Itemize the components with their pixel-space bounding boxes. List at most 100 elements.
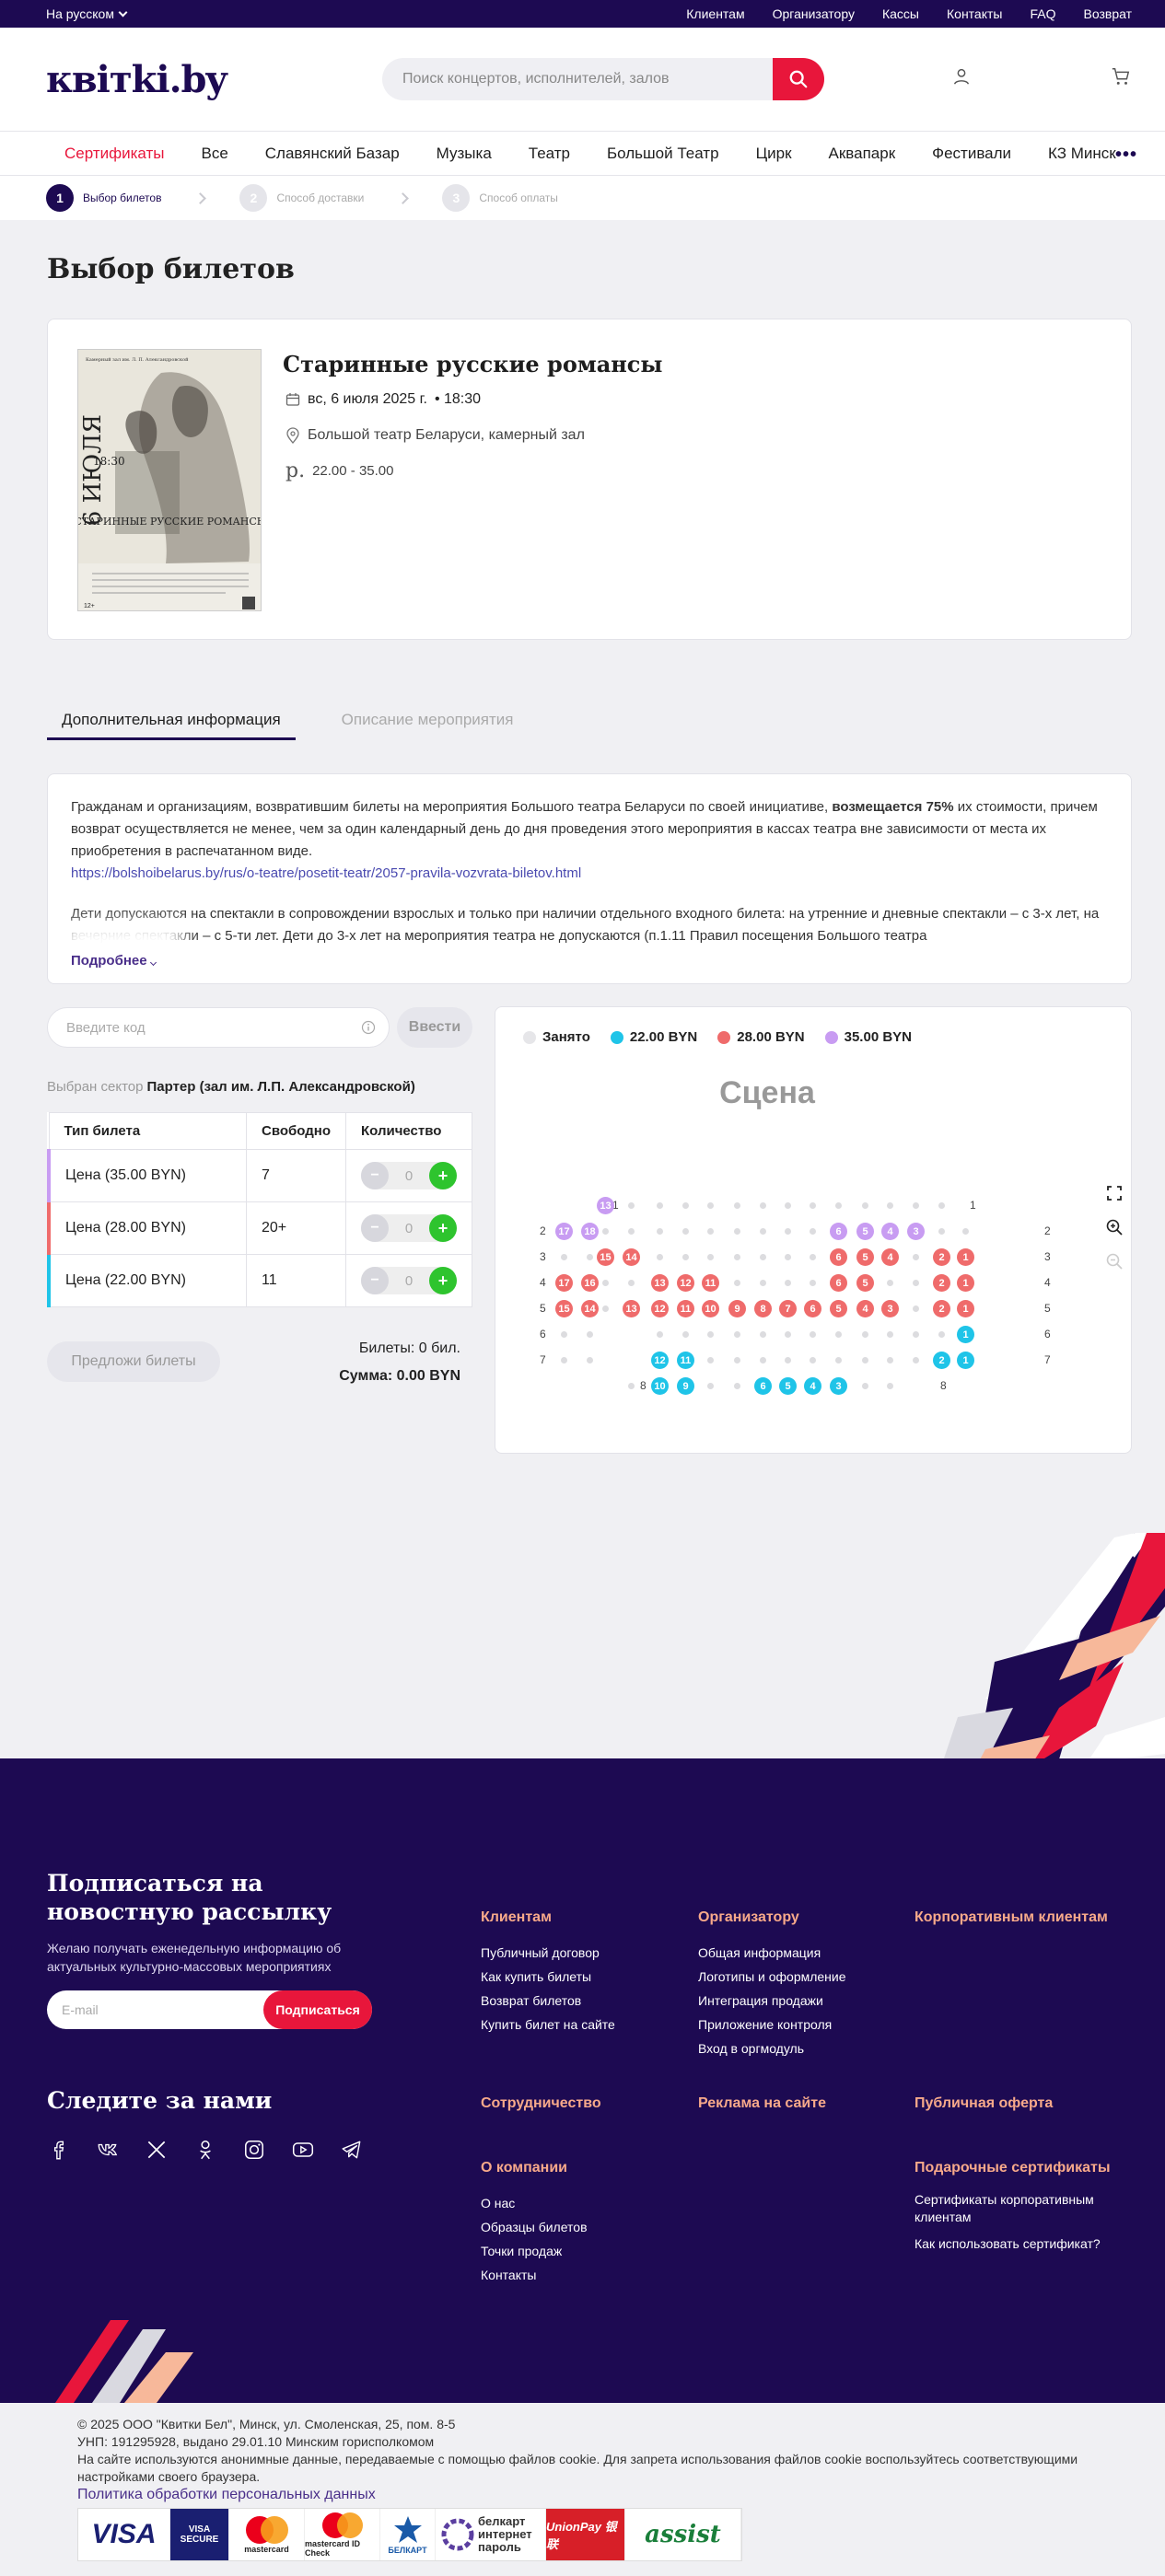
seat[interactable]: 9 bbox=[677, 1377, 694, 1395]
footer-col-title[interactable]: О компании bbox=[481, 2156, 588, 2180]
search-input[interactable]: Поиск концертов, исполнителей, залов bbox=[382, 58, 773, 100]
seat[interactable]: 7 bbox=[779, 1300, 797, 1317]
seat[interactable]: 1 bbox=[957, 1352, 974, 1369]
zoom-in-icon[interactable] bbox=[1101, 1214, 1127, 1240]
read-more-link[interactable]: Подробнее bbox=[71, 950, 174, 972]
footer-link[interactable]: Публичный договор bbox=[481, 1941, 615, 1965]
seat[interactable]: 18 bbox=[581, 1223, 599, 1240]
footer-link[interactable]: Контакты bbox=[481, 2263, 588, 2287]
promo-apply-button[interactable]: Ввести bbox=[397, 1007, 472, 1048]
nav-item-certificates[interactable]: Сертификаты bbox=[64, 145, 164, 163]
footer-col-title[interactable]: Сотрудничество bbox=[481, 2092, 601, 2116]
footer-link[interactable]: Интеграция продажи bbox=[698, 1989, 846, 2013]
seat[interactable]: 4 bbox=[856, 1300, 874, 1317]
decrease-button[interactable]: − bbox=[361, 1267, 389, 1294]
subscribe-button[interactable]: Подписаться bbox=[263, 1990, 372, 2029]
seat[interactable]: 6 bbox=[830, 1248, 847, 1266]
seat[interactable]: 5 bbox=[856, 1223, 874, 1240]
topbar-link-organizer[interactable]: Организатору bbox=[773, 6, 855, 21]
info-icon[interactable] bbox=[361, 1020, 376, 1035]
x-icon[interactable] bbox=[145, 2138, 169, 2162]
tab-additional-info[interactable]: Дополнительная информация bbox=[47, 703, 296, 740]
increase-button[interactable]: + bbox=[429, 1267, 457, 1294]
footer-link[interactable]: Общая информация bbox=[698, 1941, 846, 1965]
topbar-link-refund[interactable]: Возврат bbox=[1084, 6, 1133, 21]
nav-item-slavic-bazaar[interactable]: Славянский Базар bbox=[265, 145, 400, 163]
seat[interactable]: 14 bbox=[581, 1300, 599, 1317]
nav-item-aquapark[interactable]: Аквапарк bbox=[829, 145, 896, 163]
seat[interactable]: 17 bbox=[555, 1274, 573, 1292]
footer-link[interactable]: Сертификаты корпоративным клиентам bbox=[915, 2191, 1126, 2226]
seat[interactable]: 12 bbox=[677, 1274, 694, 1292]
seat[interactable]: 3 bbox=[830, 1377, 847, 1395]
seat[interactable]: 10 bbox=[651, 1377, 669, 1395]
instagram-icon[interactable] bbox=[242, 2138, 266, 2162]
topbar-link-cashdesks[interactable]: Кассы bbox=[882, 6, 919, 21]
seat[interactable]: 13 bbox=[623, 1300, 640, 1317]
seat[interactable]: 15 bbox=[597, 1248, 614, 1266]
nav-item-theatre[interactable]: Театр bbox=[529, 145, 570, 163]
seat[interactable]: 4 bbox=[804, 1377, 821, 1395]
footer-col-title[interactable]: Клиентам bbox=[481, 1906, 615, 1930]
topbar-link-faq[interactable]: FAQ bbox=[1030, 6, 1055, 21]
seat[interactable]: 11 bbox=[702, 1274, 719, 1292]
seat[interactable]: 5 bbox=[856, 1248, 874, 1266]
footer-link[interactable]: Точки продаж bbox=[481, 2239, 588, 2263]
telegram-icon[interactable] bbox=[340, 2138, 364, 2162]
seat[interactable]: 12 bbox=[651, 1300, 669, 1317]
seat[interactable]: 15 bbox=[555, 1300, 573, 1317]
footer-col-title[interactable]: Организатору bbox=[698, 1906, 846, 1930]
footer-col-title[interactable]: Корпоративным клиентам bbox=[915, 1906, 1108, 1930]
vk-icon[interactable] bbox=[96, 2138, 120, 2162]
seat[interactable]: 2 bbox=[933, 1300, 950, 1317]
seat[interactable]: 11 bbox=[677, 1352, 694, 1369]
search-button[interactable] bbox=[773, 58, 824, 100]
ok-icon[interactable] bbox=[193, 2138, 217, 2162]
seat[interactable]: 17 bbox=[555, 1223, 573, 1240]
seat[interactable]: 5 bbox=[779, 1377, 797, 1395]
seat[interactable]: 1 bbox=[957, 1248, 974, 1266]
tab-event-description[interactable]: Описание мероприятия bbox=[327, 703, 529, 740]
seat[interactable]: 8 bbox=[754, 1300, 772, 1317]
seat[interactable]: 6 bbox=[804, 1300, 821, 1317]
nav-item-circus[interactable]: Цирк bbox=[756, 145, 792, 163]
seat[interactable]: 1 bbox=[957, 1274, 974, 1292]
footer-link[interactable]: Приложение контроля bbox=[698, 2013, 846, 2036]
topbar-link-clients[interactable]: Клиентам bbox=[686, 6, 744, 21]
user-icon[interactable] bbox=[951, 66, 972, 87]
footer-col-title[interactable]: Подарочные сертификаты bbox=[915, 2156, 1126, 2180]
seat[interactable]: 10 bbox=[702, 1300, 719, 1317]
seat[interactable]: 2 bbox=[933, 1248, 950, 1266]
refund-rules-link[interactable]: https://bolshoibelarus.by/rus/o-teatre/p… bbox=[71, 865, 581, 881]
cart-icon[interactable] bbox=[1110, 66, 1132, 87]
seat[interactable]: 1 bbox=[957, 1326, 974, 1343]
increase-button[interactable]: + bbox=[429, 1162, 457, 1189]
footer-col-title[interactable]: Публичная оферта bbox=[915, 2092, 1053, 2116]
nav-item-bolshoi[interactable]: Большой Театр bbox=[607, 145, 719, 163]
seat[interactable]: 6 bbox=[830, 1274, 847, 1292]
seat[interactable]: 13 bbox=[597, 1197, 614, 1214]
footer-link[interactable]: Как использовать сертификат? bbox=[915, 2232, 1126, 2256]
topbar-link-contacts[interactable]: Контакты bbox=[947, 6, 1002, 21]
decrease-button[interactable]: − bbox=[361, 1214, 389, 1242]
seat[interactable]: 4 bbox=[881, 1248, 899, 1266]
seat[interactable]: 3 bbox=[907, 1223, 925, 1240]
seat[interactable]: 12 bbox=[651, 1352, 669, 1369]
seat[interactable]: 1 bbox=[957, 1300, 974, 1317]
footer-link[interactable]: О нас bbox=[481, 2191, 588, 2215]
seat[interactable]: 2 bbox=[933, 1274, 950, 1292]
fullscreen-icon[interactable] bbox=[1101, 1180, 1127, 1206]
privacy-policy-link[interactable]: Политика обработки персональных данных bbox=[77, 2487, 376, 2502]
seat[interactable]: 2 bbox=[933, 1352, 950, 1369]
seat[interactable]: 9 bbox=[728, 1300, 746, 1317]
seat[interactable]: 6 bbox=[830, 1223, 847, 1240]
nav-item-music[interactable]: Музыка bbox=[437, 145, 492, 163]
footer-link[interactable]: Возврат билетов bbox=[481, 1989, 615, 2013]
footer-link[interactable]: Купить билет на сайте bbox=[481, 2013, 615, 2036]
increase-button[interactable]: + bbox=[429, 1214, 457, 1242]
footer-link[interactable]: Образцы билетов bbox=[481, 2215, 588, 2239]
zoom-out-icon[interactable] bbox=[1101, 1248, 1127, 1274]
footer-link[interactable]: Как купить билеты bbox=[481, 1965, 615, 1989]
nav-item-kz-minsk[interactable]: КЗ Минск bbox=[1048, 145, 1116, 163]
promo-code-input[interactable]: Введите код bbox=[47, 1007, 390, 1048]
